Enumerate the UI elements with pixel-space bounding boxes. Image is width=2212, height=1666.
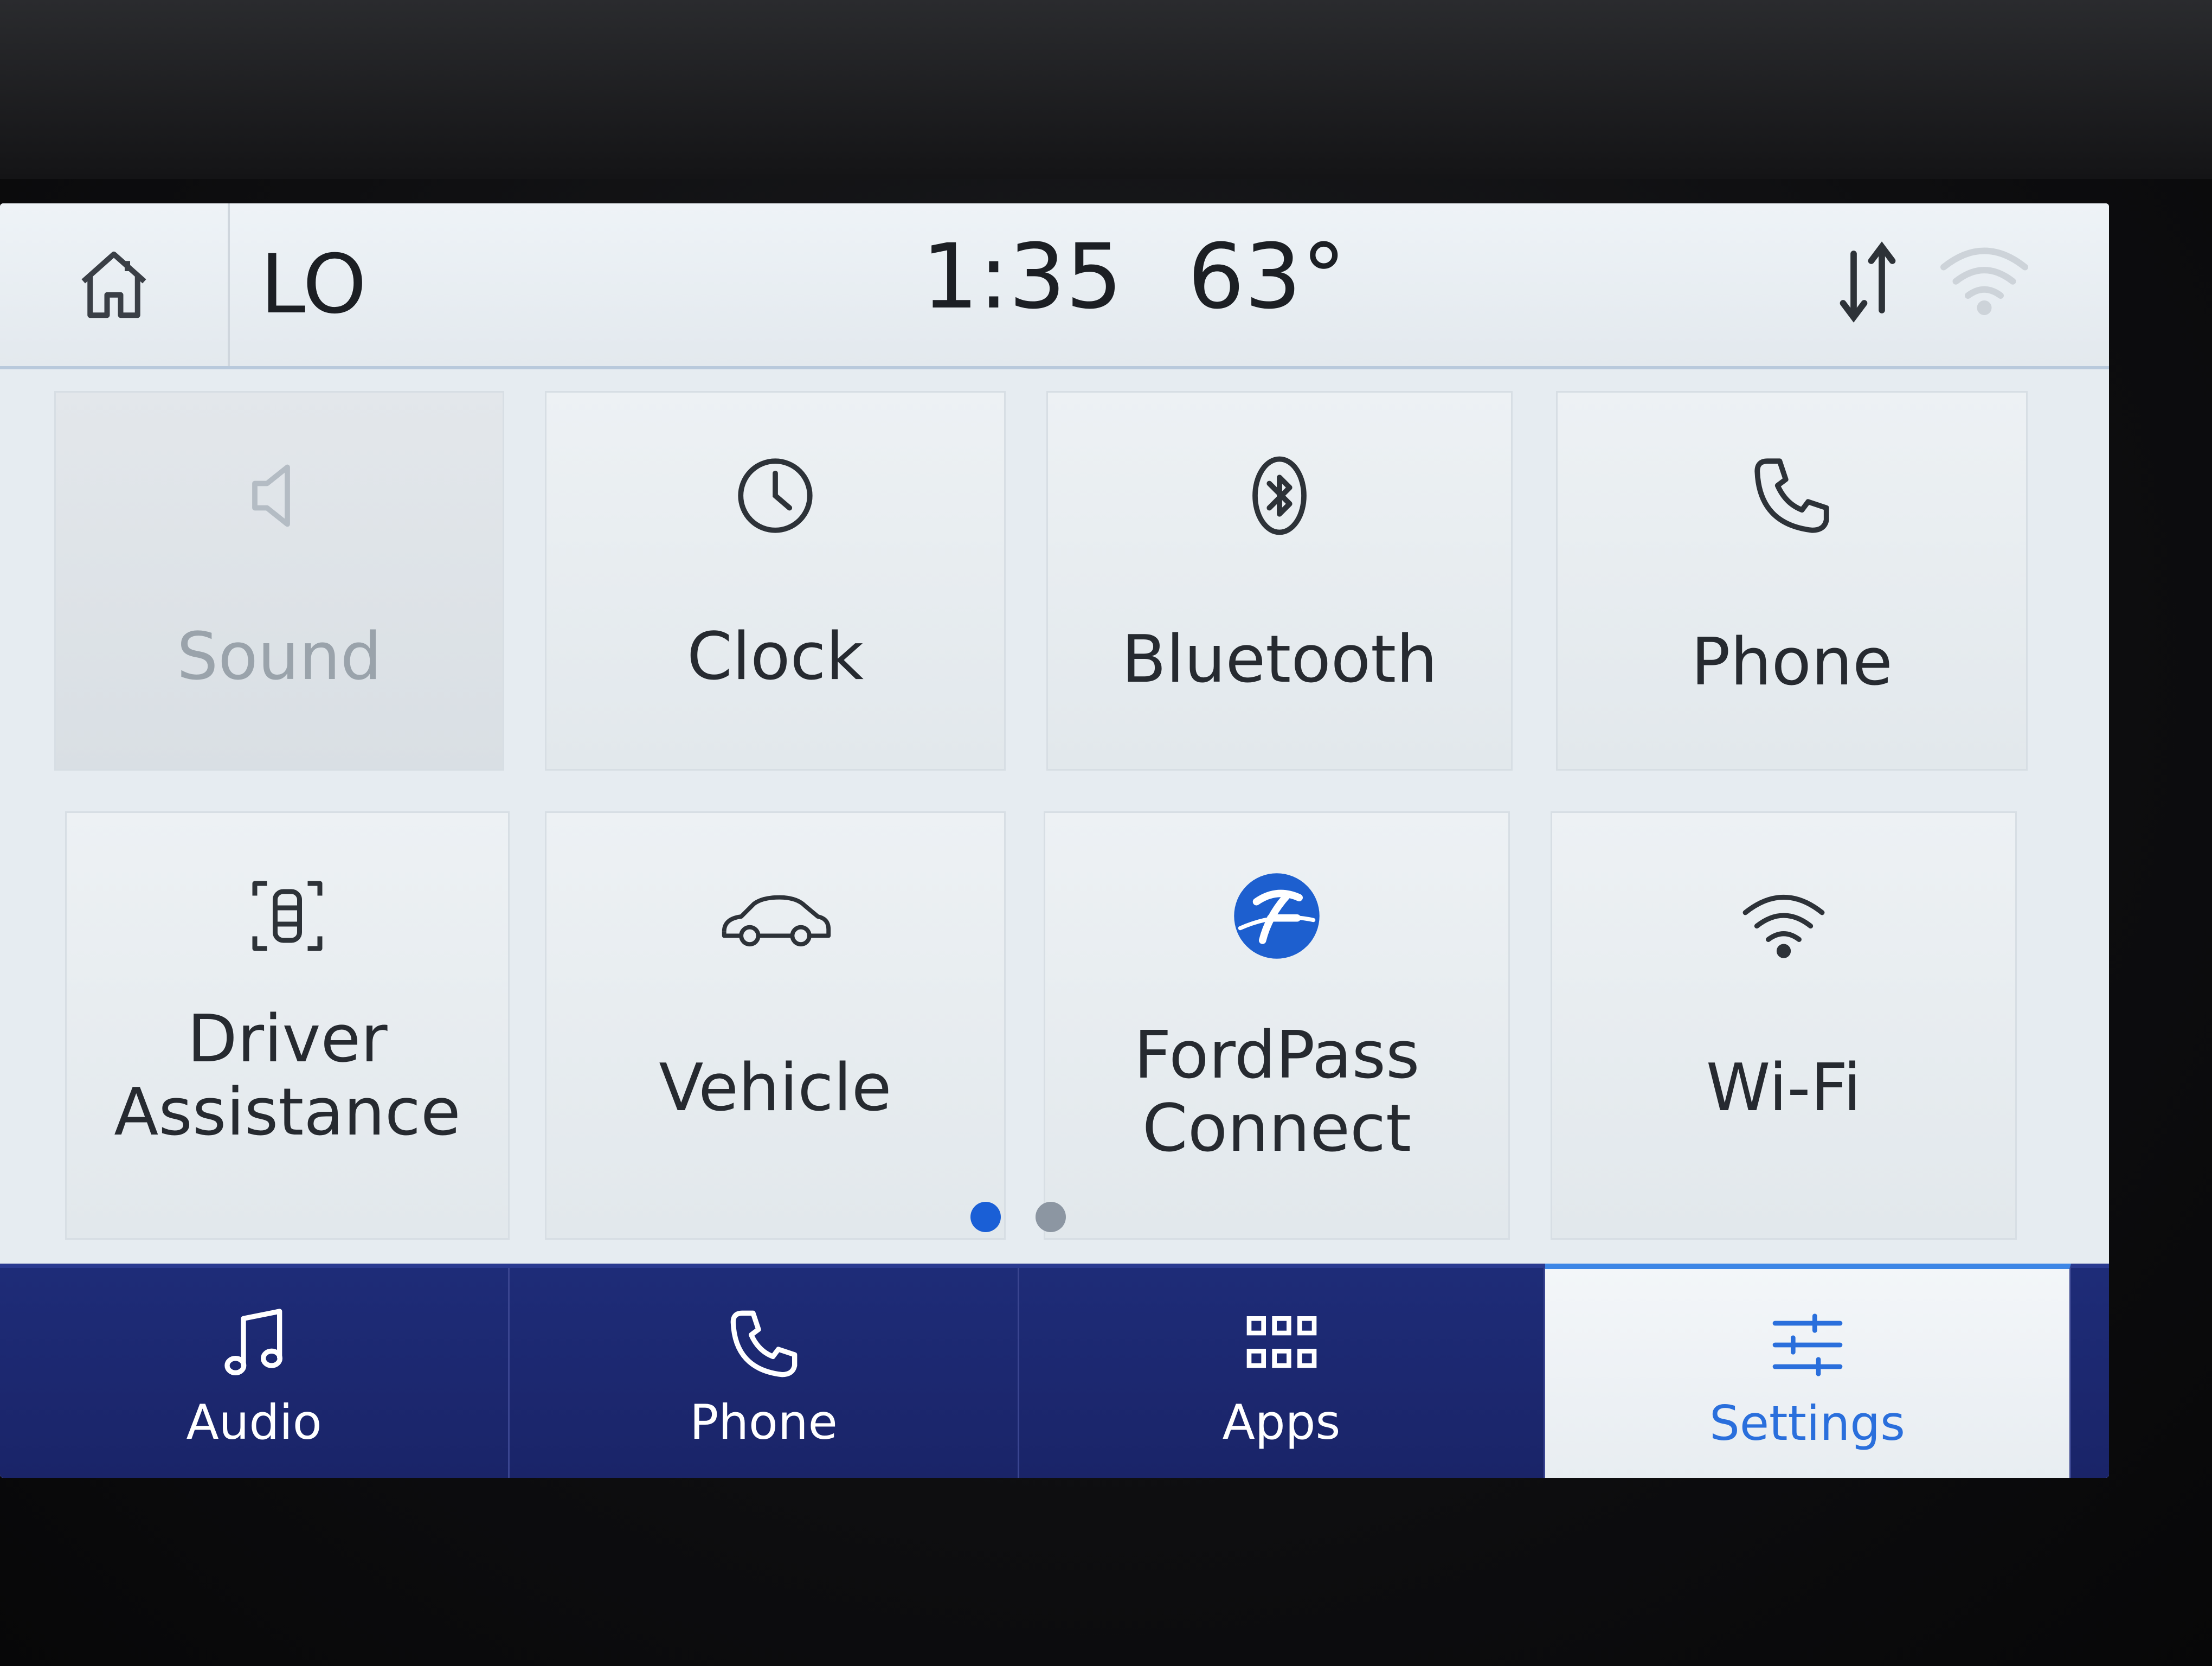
bottom-navigation-bar: Audio Phone Apps Settings [0,1264,2109,1478]
tile-label: FordPass Connect [1045,1019,1508,1165]
home-icon [81,251,146,318]
speaker-icon [252,464,290,527]
tile-label-line1: Driver [187,1002,388,1077]
tile-driver-assistance[interactable]: Driver Assistance [65,811,510,1240]
tile-phone[interactable]: Phone [1556,391,2028,771]
nav-label: Audio [186,1394,322,1450]
tile-label: Phone [1691,625,1893,700]
music-note-icon [224,1309,282,1375]
tile-label-line2: Assistance [114,1075,461,1150]
tile-fordpass-connect[interactable]: FordPass Connect [1044,811,1510,1240]
page-dot[interactable] [1036,1202,1066,1232]
tile-label-line2: Connect [1142,1091,1412,1167]
car-icon [722,895,831,947]
climate-temperature-setting[interactable]: LO [260,241,366,328]
tile-label: Sound [177,619,382,695]
nav-label: Apps [1222,1394,1341,1450]
nav-label: Phone [690,1394,838,1450]
phone-icon [730,1310,797,1377]
tile-wifi[interactable]: Wi-Fi [1551,811,2017,1240]
sliders-icon [1772,1313,1842,1376]
tile-label: Wi-Fi [1706,1050,1862,1126]
home-button[interactable] [0,203,230,366]
nav-phone[interactable]: Phone [510,1268,1019,1478]
data-sync-icon [1840,241,1896,323]
nav-audio[interactable]: Audio [0,1268,510,1478]
phone-icon [1754,458,1829,533]
apps-grid-icon [1246,1316,1316,1368]
status-bar: LO 1:35 63° [0,203,2109,369]
infotainment-screen: LO 1:35 63° Sound Clock Bluetooth Phone … [0,203,2109,1478]
tile-label-line1: FordPass [1134,1018,1420,1093]
time-and-outside-temperature: 1:35 63° [922,228,1346,325]
bluetooth-icon [1252,456,1307,535]
clock-icon [738,458,813,533]
status-time: 1:35 [922,225,1123,329]
tile-clock[interactable]: Clock [545,391,1006,771]
nav-label: Settings [1709,1395,1905,1451]
tile-vehicle[interactable]: Vehicle [545,811,1006,1240]
wifi-icon [1742,894,1825,958]
tile-label: Clock [686,619,864,695]
tile-bluetooth[interactable]: Bluetooth [1046,391,1513,771]
fordpass-logo-icon [1234,873,1320,959]
tile-label: Bluetooth [1121,622,1438,697]
driver-assist-icon [252,881,323,951]
tile-label: Vehicle [659,1050,892,1126]
nav-apps[interactable]: Apps [1019,1268,1545,1478]
tile-label: Driver Assistance [67,1003,508,1149]
page-indicator[interactable] [970,1196,1090,1234]
outside-temperature: 63° [1187,225,1346,329]
wifi-signal-icon [1940,247,2028,315]
tile-sound[interactable]: Sound [54,391,504,771]
page-dot-active[interactable] [970,1202,1001,1232]
nav-settings[interactable]: Settings [1545,1264,2071,1478]
bezel-top [0,0,2212,179]
